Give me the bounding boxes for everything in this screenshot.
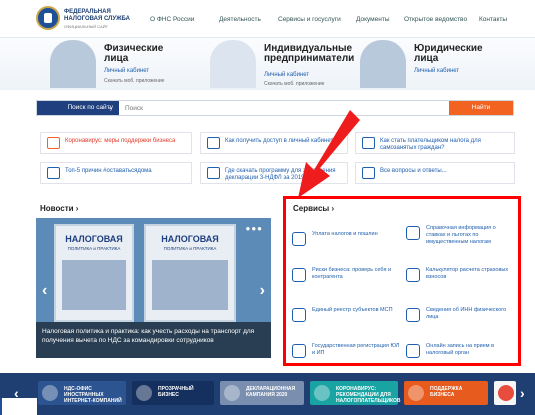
nav-contacts[interactable]: Контакты (479, 16, 507, 23)
app-link[interactable]: Скачать моб. приложение (104, 78, 164, 84)
site-header: ФЕДЕРАЛЬНАЯ НАЛОГОВАЯ СЛУЖБА ОФИЦИАЛЬНЫЙ… (0, 0, 535, 38)
promo-carousel: ‹ НДС-ОФИС ИНОСТРАННЫХ ИНТЕРНЕТ-КОМПАНИЙ… (0, 373, 535, 415)
nav-open-agency[interactable]: Открытое ведомство (404, 16, 467, 23)
calculator-icon (406, 268, 420, 282)
service-tax-payment[interactable]: Уплата налогов и пошлин (292, 229, 397, 255)
network-icon (292, 308, 306, 322)
search-button[interactable]: Найти (449, 101, 513, 115)
document-icon (207, 137, 220, 149)
slider-dots[interactable]: ●●● (246, 224, 264, 233)
persona-entrepreneurs[interactable]: Индивидуальные предприниматели Личный каб… (210, 38, 370, 90)
question-icon (362, 167, 375, 179)
persona-title[interactable]: Физические лица (104, 44, 163, 64)
id-card-icon (406, 308, 420, 322)
services-highlight-box: Уплата налогов и пошлин Справочная инфор… (283, 196, 521, 366)
stop-icon (498, 385, 514, 401)
download-icon (207, 167, 220, 179)
chevron-left-icon[interactable]: ‹ (42, 282, 47, 300)
brand-line-1: ФЕДЕРАЛЬНАЯ (64, 9, 111, 15)
chevron-down-icon: ⌄ (107, 104, 113, 111)
promo-vat-office[interactable]: НДС-ОФИС ИНОСТРАННЫХ ИНТЕРНЕТ-КОМПАНИЙ (38, 381, 126, 405)
promo-next-partial[interactable] (494, 381, 516, 405)
news-heading[interactable]: Новости › (40, 204, 78, 213)
promo-transparent-business[interactable]: ПРОЗРАЧНЫЙ БИЗНЕС (132, 381, 214, 405)
magnifier-icon (292, 268, 306, 282)
quick-link-self-employed[interactable]: Как стать плательщиком налога для самоза… (355, 132, 515, 154)
search-bar: Поиск по сайту⌄ Найти (36, 100, 514, 116)
nav-activity[interactable]: Деятельность (219, 16, 261, 23)
service-business-risks[interactable]: Риски бизнеса: проверь себя и контрагент… (292, 265, 397, 291)
brand-line-2: НАЛОГОВАЯ СЛУЖБА (64, 16, 130, 22)
magazine-title: НАЛОГОВАЯ (161, 234, 219, 244)
service-msp-register[interactable]: Единый реестр субъектов МСП (292, 305, 397, 331)
alert-icon (314, 385, 330, 401)
cabinet-link[interactable]: Личный кабинет (104, 68, 149, 74)
quick-link-faq[interactable]: Все вопросы и ответы... (355, 162, 515, 184)
magazine-subtitle: ПОЛИТИКА и ПРАКТИКА (163, 246, 217, 251)
magazine-title: НАЛОГОВАЯ (65, 234, 123, 244)
nav-documents[interactable]: Документы (356, 16, 390, 23)
news-caption[interactable]: Налоговая политика и практика: как учест… (36, 322, 271, 358)
news-slider[interactable]: НАЛОГОВАЯ ПОЛИТИКА и ПРАКТИКА НАЛОГОВАЯ … (36, 218, 271, 358)
snowflake-icon (406, 226, 420, 240)
hero-banner: Физические лица Личный кабинет Скачать мо… (0, 38, 535, 90)
promo-declaration-campaign[interactable]: ДЕКЛАРАЦИОННАЯ КАМПАНИЯ 2020 (220, 381, 304, 405)
persona-individuals[interactable]: Физические лица Личный кабинет Скачать мо… (50, 38, 210, 90)
quick-link-top5[interactable]: Топ-5 причин #оставатьсядома (40, 162, 192, 184)
chevron-right-icon[interactable]: › (260, 282, 265, 300)
registry-icon (292, 344, 306, 358)
globe-icon (42, 385, 58, 401)
calendar-icon (224, 385, 240, 401)
briefcase-icon (408, 385, 424, 401)
calendar-icon (406, 344, 420, 358)
magazine-photo (62, 260, 126, 310)
promo-coronavirus[interactable]: КОРОНАВИРУС: РЕКОМЕНДАЦИИ ДЛЯ НАЛОГОПЛАТ… (310, 381, 401, 405)
document-icon (292, 232, 306, 246)
service-property-tax-info[interactable]: Справочная информация о ставках и льгота… (406, 223, 511, 249)
brand-name[interactable]: ФЕДЕРАЛЬНАЯ НАЛОГОВАЯ СЛУЖБА ОФИЦИАЛЬНЫЙ… (64, 9, 134, 30)
person-photo (360, 40, 406, 88)
magazine-subtitle: ПОЛИТИКА и ПРАКТИКА (67, 246, 121, 251)
persona-legal-entities[interactable]: Юридические лица Личный кабинет (360, 38, 520, 90)
chart-icon (47, 137, 60, 149)
app-link[interactable]: Скачать моб. приложение (264, 81, 324, 87)
persona-title[interactable]: Индивидуальные предприниматели (264, 44, 354, 64)
search-scope-select[interactable]: Поиск по сайту ⌄ (37, 101, 119, 115)
magazine-cover: НАЛОГОВАЯ ПОЛИТИКА и ПРАКТИКА (54, 224, 134, 322)
search-scope-label: Поиск по сайту (67, 104, 113, 111)
page-edge (0, 398, 37, 415)
quick-link-covid[interactable]: Коронавирус: меры поддержки бизнеса (40, 132, 192, 154)
red-arrow-annotation (298, 110, 360, 198)
service-state-registration[interactable]: Государственная регистрация ЮЛ и ИП (292, 341, 399, 367)
magazine-cover: НАЛОГОВАЯ ПОЛИТИКА и ПРАКТИКА (144, 224, 236, 322)
chevron-right-icon[interactable]: › (520, 385, 525, 401)
nav-services[interactable]: Сервисы и госуслуги (278, 16, 341, 23)
person-photo (210, 40, 256, 88)
brand-sub: ОФИЦИАЛЬНЫЙ САЙТ (64, 24, 109, 29)
house-icon (47, 167, 60, 179)
fns-logo-icon[interactable] (36, 6, 60, 30)
nav-about[interactable]: О ФНС России (150, 16, 194, 23)
promo-business-support[interactable]: ПОДДЕРЖКА БИЗНЕСА (404, 381, 488, 405)
cabinet-link[interactable]: Личный кабинет (264, 72, 309, 78)
persona-title[interactable]: Юридические лица (414, 44, 483, 64)
handshake-icon (362, 137, 375, 149)
glasses-icon (136, 385, 152, 401)
service-online-appointment[interactable]: Онлайн запись на прием в налоговый орган (406, 341, 511, 367)
service-inn-info[interactable]: Сведения об ИНН физического лица (406, 305, 511, 331)
person-photo (50, 40, 96, 88)
cabinet-link[interactable]: Личный кабинет (414, 68, 459, 74)
magazine-photo (152, 260, 228, 310)
service-insurance-calculator[interactable]: Калькулятор расчета страховых взносов (406, 265, 511, 291)
